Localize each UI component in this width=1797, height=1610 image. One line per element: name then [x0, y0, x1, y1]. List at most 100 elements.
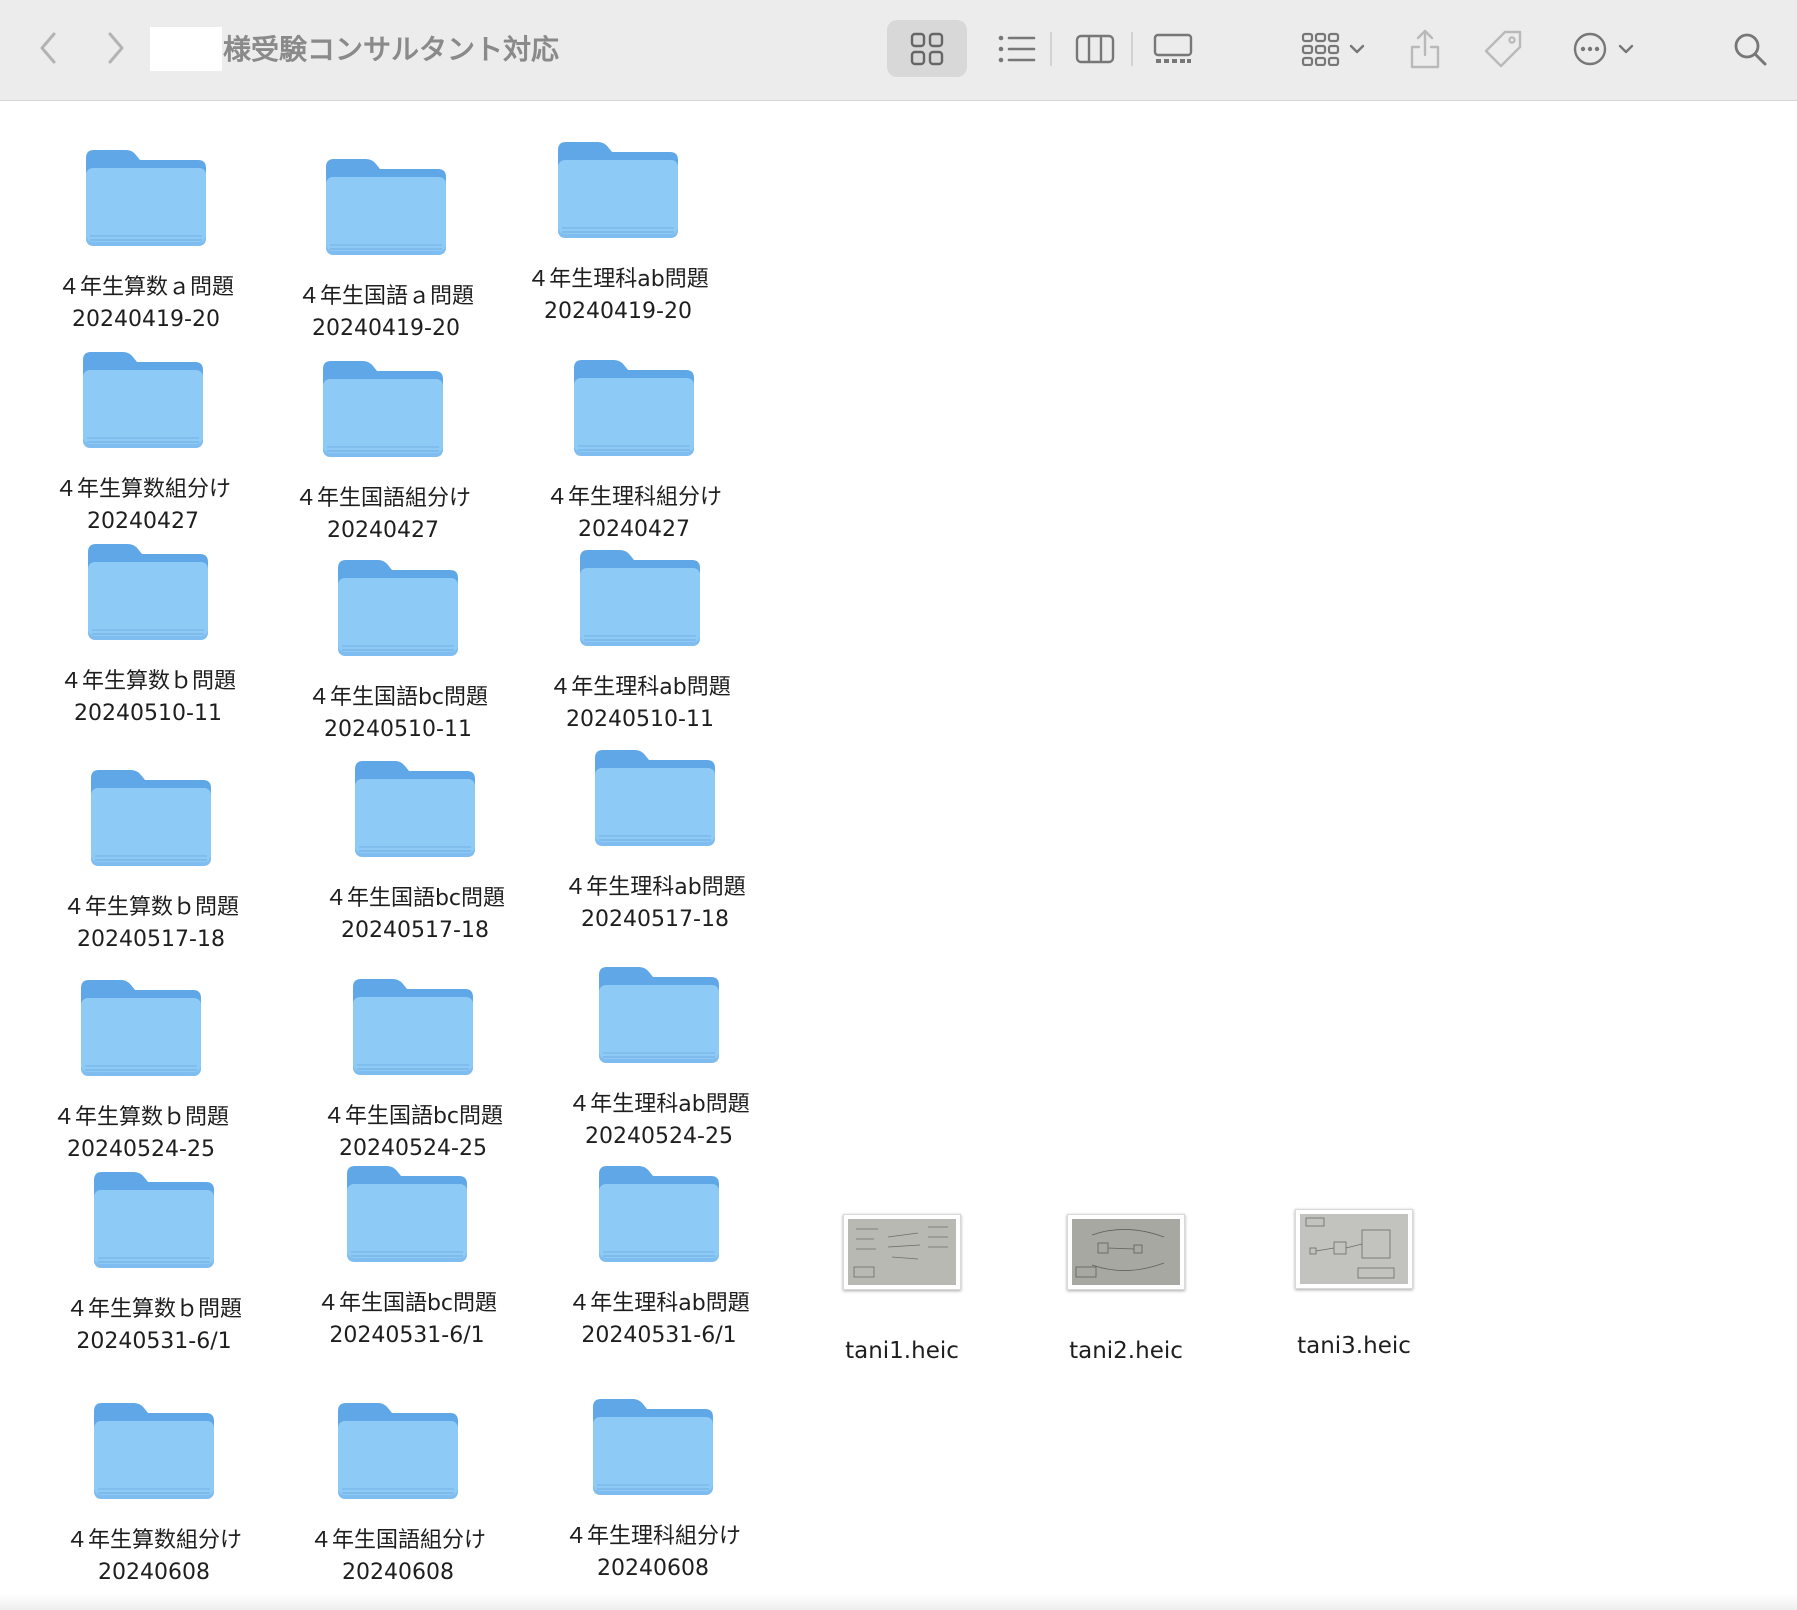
folder-item[interactable]: ４年生理科組分け 20240608: [543, 1393, 763, 1585]
file-name: tani2.heic: [1069, 1338, 1183, 1364]
search-button[interactable]: [1725, 20, 1775, 77]
folder-label: ４年生国語ａ問題 20240419-20: [297, 284, 474, 341]
folder-icon: [324, 153, 448, 259]
folder-label: ４年生国語bc問題 20240524-25: [322, 1104, 504, 1161]
sketch-thumbnail-icon: [1300, 1214, 1408, 1284]
tag-icon: [1484, 30, 1522, 67]
folder-icon: [578, 544, 702, 650]
folder-label: ４年生国語bc問題 20240517-18: [324, 886, 506, 943]
folder-item[interactable]: ４年生理科ab問題 20240524-25: [549, 961, 769, 1153]
folder-label: ４年生国語組分け 20240427: [294, 486, 471, 543]
folder-item[interactable]: ４年生算数組分け 20240427: [33, 346, 253, 538]
folder-icon: [591, 1393, 715, 1499]
folder-item[interactable]: ４年生理科ab問題 20240510-11: [530, 544, 750, 736]
folder-icon: [81, 346, 205, 452]
toolbar-separator: [1131, 32, 1133, 66]
share-button[interactable]: [1400, 20, 1450, 77]
folder-icon: [593, 744, 717, 850]
folder-label: ４年生国語bc問題 20240531-6/1: [316, 1291, 498, 1348]
redacted-name-block: [150, 27, 222, 71]
folder-label: ４年生理科ab問題 20240510-11: [549, 675, 731, 732]
icon-view-button[interactable]: [887, 20, 967, 77]
folder-item[interactable]: ４年生国語組分け 20240427: [273, 355, 493, 547]
folder-label: ４年生算数ｂ問題 20240524-25: [52, 1105, 229, 1162]
folder-icon: [351, 973, 475, 1079]
image-thumbnail: [843, 1214, 961, 1290]
folder-label: ４年生理科ab問題 20240517-18: [564, 875, 746, 932]
sketch-thumbnail-icon: [1072, 1219, 1180, 1285]
folder-item[interactable]: ４年生理科ab問題 20240419-20: [508, 136, 728, 328]
column-view-button[interactable]: [1060, 20, 1130, 77]
image-file-item[interactable]: tani3.heic: [1264, 1209, 1444, 1361]
image-file-item[interactable]: tani1.heic: [812, 1214, 992, 1366]
folder-icon: [556, 136, 680, 242]
chevron-down-icon: [1618, 44, 1633, 53]
image-thumbnail: [1067, 1214, 1185, 1290]
folder-item[interactable]: ４年生国語bc問題 20240524-25: [303, 973, 523, 1165]
finder-toolbar: 様受験コンサルタント対応: [0, 0, 1797, 101]
folder-item[interactable]: ４年生算数ｂ問題 20240510-11: [38, 538, 258, 730]
folder-item[interactable]: ４年生国語ａ問題 20240419-20: [276, 153, 496, 345]
more-actions-button[interactable]: [1560, 20, 1645, 77]
folder-icon: [89, 764, 213, 870]
folder-item[interactable]: ４年生算数ｂ問題 20240531-6/1: [44, 1166, 264, 1358]
folder-label: ４年生理科組分け 20240608: [564, 1524, 741, 1581]
folder-icon: [92, 1397, 216, 1503]
folder-item[interactable]: ４年生理科ab問題 20240517-18: [545, 744, 765, 936]
folder-icon: [572, 354, 696, 460]
folder-item[interactable]: ４年生国語組分け 20240608: [288, 1397, 508, 1589]
folder-item[interactable]: ４年生算数ａ問題 20240419-20: [36, 144, 256, 336]
folder-icon: [345, 1160, 469, 1266]
columns-icon: [1075, 34, 1115, 63]
group-icon: [1301, 32, 1339, 66]
back-button[interactable]: [28, 26, 68, 70]
folder-item[interactable]: ４年生理科ab問題 20240531-6/1: [549, 1160, 769, 1352]
image-file-item[interactable]: tani2.heic: [1036, 1214, 1216, 1366]
folder-label: ４年生算数ａ問題 20240419-20: [57, 275, 234, 332]
file-name: tani1.heic: [845, 1338, 959, 1364]
chevron-down-icon: [1349, 44, 1364, 53]
search-icon: [1734, 33, 1767, 65]
grid-icon: [910, 32, 944, 65]
folder-label: ４年生算数組分け 20240608: [65, 1528, 242, 1585]
folder-item[interactable]: ４年生算数ｂ問題 20240517-18: [41, 764, 261, 956]
chevron-right-icon: [108, 32, 124, 64]
forward-button[interactable]: [96, 26, 136, 70]
share-icon: [1410, 29, 1440, 68]
folder-icon: [353, 755, 477, 861]
folder-item[interactable]: ４年生国語bc問題 20240531-6/1: [297, 1160, 517, 1352]
folder-item[interactable]: ４年生算数組分け 20240608: [44, 1397, 264, 1589]
folder-label: ４年生算数組分け 20240427: [54, 477, 231, 534]
file-name: tani3.heic: [1297, 1333, 1411, 1359]
folder-label: ４年生理科組分け 20240427: [545, 485, 722, 542]
folder-icon: [336, 554, 460, 660]
toolbar-separator: [1050, 32, 1052, 66]
folder-icon: [86, 538, 210, 644]
gallery-view-button[interactable]: [1138, 20, 1208, 77]
folder-icon: [597, 1160, 721, 1266]
folder-item[interactable]: ４年生算数ｂ問題 20240524-25: [31, 974, 251, 1166]
folder-label: ４年生理科ab問題 20240419-20: [527, 267, 709, 324]
window-title: 様受験コンサルタント対応: [223, 33, 560, 66]
folder-icon: [84, 144, 208, 250]
file-icon-view: ４年生算数ａ問題 20240419-20 ４年生国語ａ問題 20240419-20 …: [0, 101, 1797, 1610]
folder-item[interactable]: ４年生国語bc問題 20240510-11: [288, 554, 508, 746]
gallery-icon: [1153, 33, 1193, 63]
group-by-button[interactable]: [1285, 20, 1380, 77]
folder-item[interactable]: ４年生理科組分け 20240427: [524, 354, 744, 546]
folder-label: ４年生算数ｂ問題 20240531-6/1: [65, 1297, 242, 1354]
folder-icon: [597, 961, 721, 1067]
tag-button[interactable]: [1478, 20, 1528, 77]
ellipsis-circle-icon: [1573, 32, 1606, 65]
folder-label: ４年生算数ｂ問題 20240517-18: [62, 895, 239, 952]
bottom-edge: [0, 1594, 1797, 1610]
folder-icon: [336, 1397, 460, 1503]
folder-item[interactable]: ４年生国語bc問題 20240517-18: [305, 755, 525, 947]
folder-label: ４年生理科ab問題 20240524-25: [568, 1092, 750, 1149]
folder-label: ４年生算数ｂ問題 20240510-11: [59, 669, 236, 726]
list-view-button[interactable]: [982, 20, 1052, 77]
chevron-left-icon: [40, 32, 56, 64]
folder-label: ４年生国語bc問題 20240510-11: [307, 685, 489, 742]
folder-icon: [79, 974, 203, 1080]
folder-label: ４年生国語組分け 20240608: [309, 1528, 486, 1585]
